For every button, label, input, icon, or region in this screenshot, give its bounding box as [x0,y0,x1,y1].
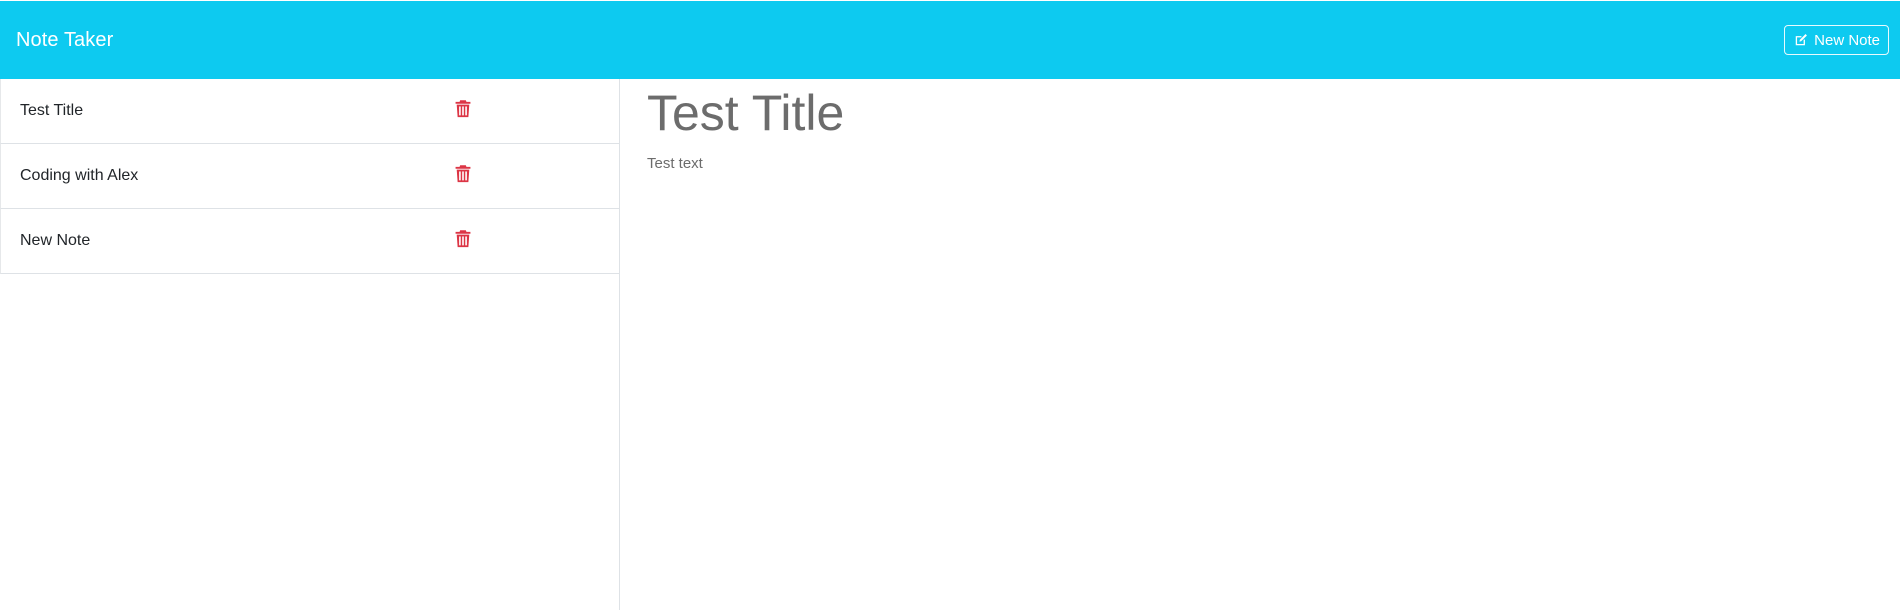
pencil-square-icon [1794,33,1808,47]
note-title-input[interactable] [647,85,1547,141]
navbar: Note Taker New Note [0,1,1900,79]
list-item[interactable]: New Note [0,209,619,274]
main-area: Test Title Coding with Alex New Note Tes… [0,79,1900,610]
trash-icon[interactable] [455,229,471,253]
brand-title[interactable]: Note Taker [16,29,113,52]
list-item[interactable]: Coding with Alex [0,144,619,209]
note-editor: Test text [620,79,1900,610]
new-note-button[interactable]: New Note [1784,25,1889,55]
note-title: New Note [20,232,91,249]
note-title: Test Title [20,102,84,119]
note-list: Test Title Coding with Alex New Note [0,79,619,274]
list-item[interactable]: Test Title [0,79,619,144]
trash-icon[interactable] [455,99,471,123]
note-text-area[interactable]: Test text [647,155,1847,555]
note-title: Coding with Alex [20,167,139,184]
notes-sidebar: Test Title Coding with Alex New Note [0,79,620,610]
new-note-label: New Note [1814,31,1880,49]
trash-icon[interactable] [455,164,471,188]
